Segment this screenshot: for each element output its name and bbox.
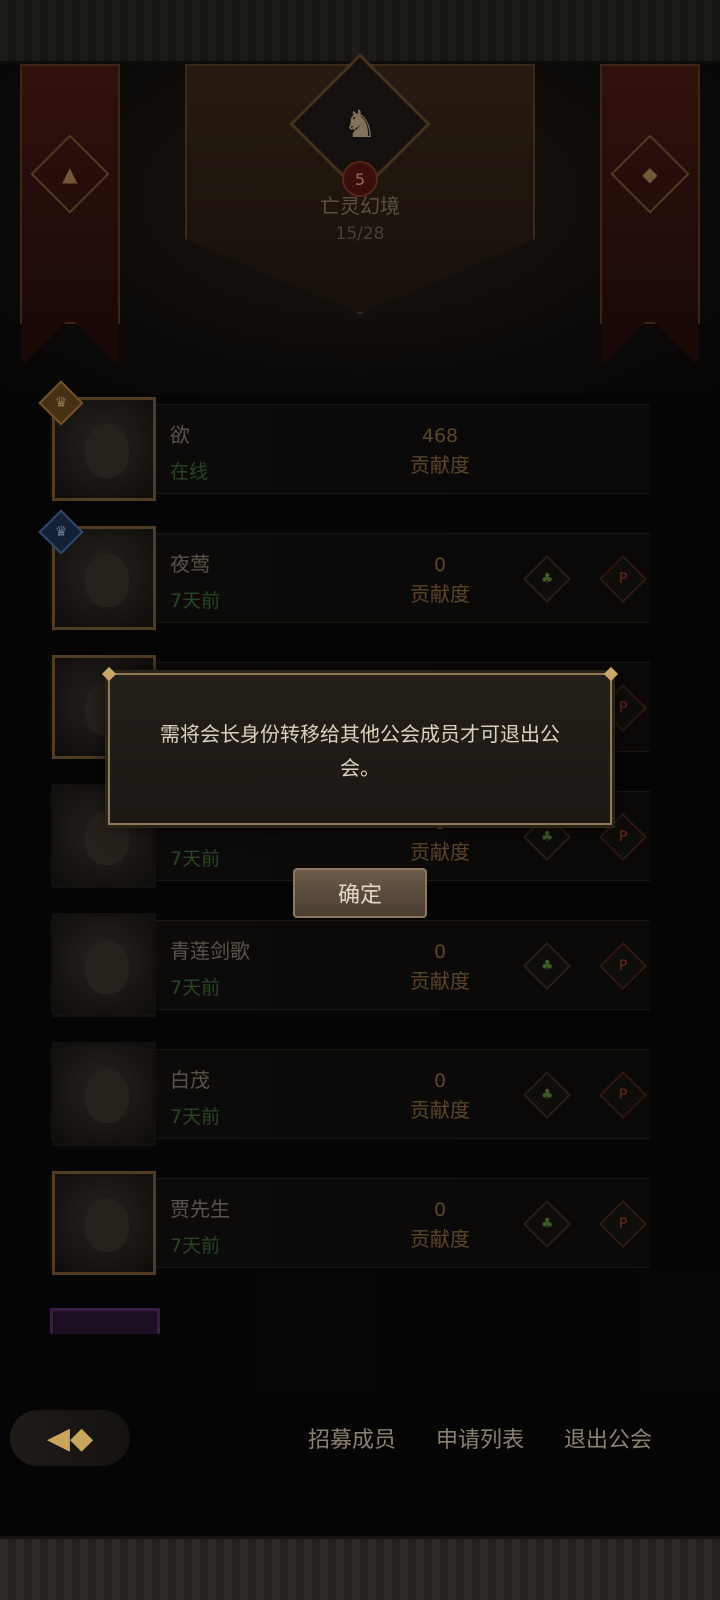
alert-dialog: 需将会长身份转移给其他公会成员才可退出公会。 xyxy=(108,673,612,825)
apply-list-button[interactable]: 申请列表 xyxy=(420,1410,540,1466)
confirm-button[interactable]: 确定 xyxy=(293,868,427,918)
quit-guild-button[interactable]: 退出公会 xyxy=(548,1410,668,1466)
back-arrow-icon[interactable]: ◀◆ xyxy=(10,1410,130,1466)
bottom-bar: ◀◆ 招募成员 申请列表 退出公会 xyxy=(0,1400,720,1476)
recruit-button[interactable]: 招募成员 xyxy=(292,1410,412,1466)
dialog-message: 需将会长身份转移给其他公会成员才可退出公会。 xyxy=(160,722,560,780)
bottom-frame xyxy=(0,1536,720,1600)
